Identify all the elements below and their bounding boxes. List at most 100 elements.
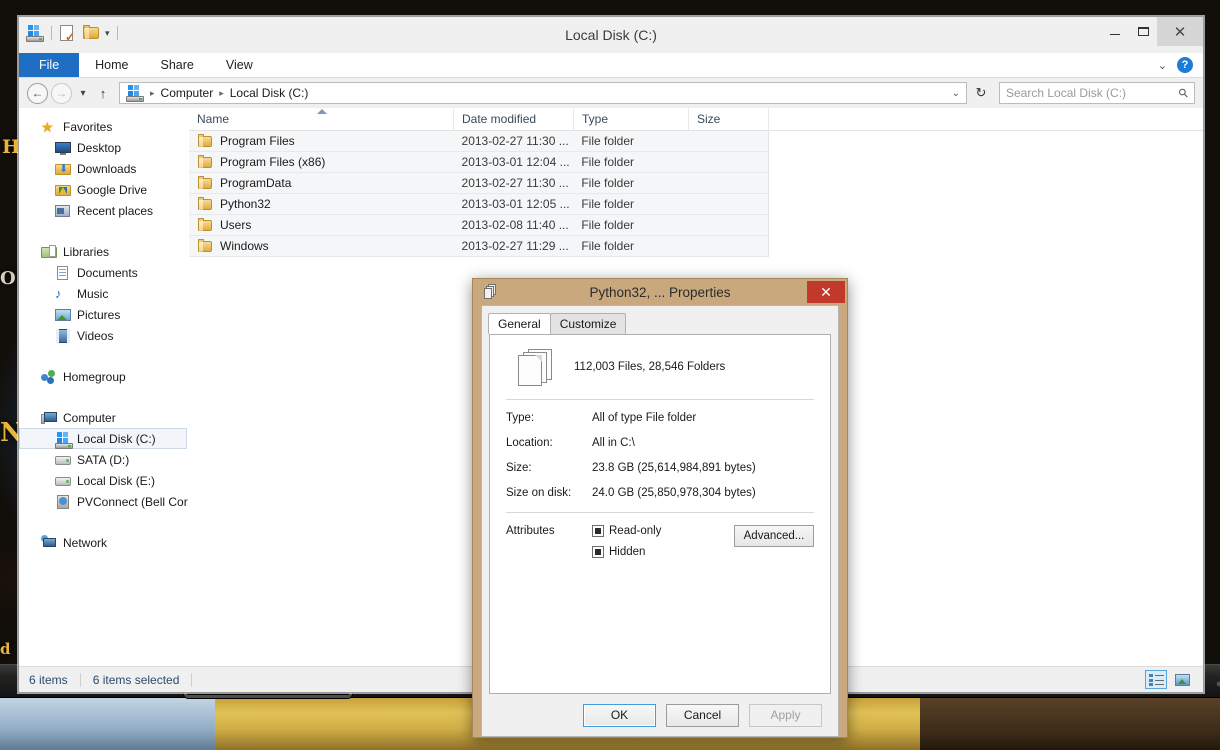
refresh-icon[interactable]: ↻ [970, 85, 992, 101]
maximize-icon [1138, 27, 1149, 36]
close-button[interactable]: ✕ [1157, 17, 1203, 46]
sidebar-item-favorites[interactable]: ★ Favorites [19, 116, 189, 137]
sidebar-item-sata-d[interactable]: SATA (D:) [19, 449, 189, 470]
pictures-icon [55, 307, 71, 323]
table-row[interactable]: ProgramData 2013-02-27 11:30 ... File fo… [189, 173, 768, 194]
computer-icon [41, 410, 57, 426]
table-row[interactable]: Python32 2013-03-01 12:05 ... File folde… [189, 194, 768, 215]
column-header-date-modified[interactable]: Date modified [454, 108, 574, 131]
computer-icon[interactable] [26, 24, 44, 42]
breadcrumb-item-computer[interactable]: Computer [161, 86, 214, 100]
readonly-checkbox-row[interactable]: Read-only [592, 525, 661, 537]
sidebar-item-libraries[interactable]: Libraries [19, 241, 189, 262]
window-controls[interactable]: ✕ [1101, 17, 1203, 46]
file-name: Program Files [220, 134, 295, 148]
breadcrumb[interactable]: ▸ Computer ▸ Local Disk (C:) ⌄ [119, 82, 967, 104]
files-folders-summary: 112,003 Files, 28,546 Folders [574, 361, 725, 373]
sidebar-item-google-drive[interactable]: Google Drive [19, 179, 189, 200]
dialog-summary-row: 112,003 Files, 28,546 Folders [506, 349, 814, 399]
ok-button[interactable]: OK [583, 704, 656, 727]
expand-ribbon-icon[interactable]: ⌄ [1158, 59, 1167, 72]
file-name: Python32 [220, 197, 271, 211]
sidebar-item-pvconnect[interactable]: PVConnect (Bell Cor [19, 491, 189, 512]
cell-date-modified: 2013-02-27 11:30 ... [454, 134, 574, 148]
hidden-checkbox[interactable] [592, 546, 604, 558]
tab-file[interactable]: File [19, 53, 79, 77]
cell-type: File folder [573, 239, 688, 253]
table-row[interactable]: Windows 2013-02-27 11:29 ... File folder [189, 236, 768, 257]
address-dropdown-icon[interactable]: ⌄ [952, 88, 960, 99]
attributes-block: Attributes Read-only Hidden Advanced... [506, 525, 814, 558]
column-label: Date modified [462, 112, 536, 126]
up-button[interactable]: ↑ [94, 86, 112, 101]
videos-icon [55, 328, 71, 344]
dialog-title-bar[interactable]: Python32, ... Properties ✕ [473, 279, 847, 305]
search-input[interactable]: Search Local Disk (C:) ⚲ [999, 82, 1195, 104]
forward-button[interactable]: → [51, 83, 72, 104]
hidden-label: Hidden [609, 546, 645, 558]
tab-view[interactable]: View [210, 53, 269, 77]
tab-share[interactable]: Share [145, 53, 210, 77]
back-button[interactable]: ← [27, 83, 48, 104]
cell-type: File folder [573, 155, 688, 169]
quick-access-toolbar[interactable]: ✓ ▾ [19, 17, 120, 43]
readonly-checkbox[interactable] [592, 525, 604, 537]
tab-general[interactable]: General [488, 313, 551, 334]
info-value: All of type File folder [592, 412, 696, 424]
dialog-close-button[interactable]: ✕ [807, 281, 845, 303]
sidebar-item-pictures[interactable]: Pictures [19, 304, 189, 325]
maximize-button[interactable] [1129, 17, 1157, 46]
sidebar-item-label: Recent places [77, 204, 153, 218]
breadcrumb-separator-0[interactable]: ▸ [150, 88, 155, 99]
sidebar-item-local-disk-c[interactable]: Local Disk (C:) [19, 428, 187, 449]
details-view-icon [1149, 674, 1164, 686]
qat-divider-2 [117, 26, 118, 40]
details-view-button[interactable] [1145, 670, 1167, 689]
breadcrumb-item-local-disk-c[interactable]: Local Disk (C:) [230, 86, 309, 100]
ribbon-tab-strip: File Home Share View ⌄ ? [19, 53, 1203, 78]
large-icons-view-button[interactable] [1171, 670, 1193, 689]
sidebar-item-homegroup[interactable]: Homegroup [19, 366, 189, 387]
breadcrumb-computer-icon[interactable] [126, 84, 144, 102]
recent-locations-icon[interactable]: ▾ [75, 88, 91, 99]
properties-icon[interactable]: ✓ [59, 24, 77, 42]
sidebar-item-documents[interactable]: Documents [19, 262, 189, 283]
media-server-icon [55, 494, 71, 510]
sidebar-item-label: Homegroup [63, 370, 126, 384]
sidebar-item-local-disk-e[interactable]: Local Disk (E:) [19, 470, 189, 491]
sidebar-item-desktop[interactable]: Desktop [19, 137, 189, 158]
sidebar-item-label: Network [63, 536, 107, 550]
tab-home[interactable]: Home [79, 53, 144, 77]
tab-customize[interactable]: Customize [550, 313, 627, 334]
chevron-down-icon[interactable]: ▾ [105, 24, 110, 42]
sidebar-item-network[interactable]: Network [19, 532, 189, 553]
sidebar-gap-1 [19, 221, 189, 241]
column-header-size[interactable]: Size [689, 108, 769, 131]
sidebar-item-downloads[interactable]: ⬇ Downloads [19, 158, 189, 179]
minimize-icon [1110, 34, 1120, 35]
sidebar-item-videos[interactable]: Videos [19, 325, 189, 346]
sidebar-item-computer[interactable]: Computer [19, 407, 189, 428]
breadcrumb-separator-1[interactable]: ▸ [219, 88, 224, 99]
sidebar-item-music[interactable]: ♪ Music [19, 283, 189, 304]
table-row[interactable]: Users 2013-02-08 11:40 ... File folder [189, 215, 768, 236]
minimize-button[interactable] [1101, 17, 1129, 46]
sidebar-item-label: Downloads [77, 162, 136, 176]
table-row[interactable]: Program Files (x86) 2013-03-01 12:04 ...… [189, 152, 768, 173]
column-header-name[interactable]: Name [189, 108, 454, 131]
file-name: Windows [220, 239, 269, 253]
sort-ascending-icon [317, 109, 327, 114]
hidden-checkbox-row[interactable]: Hidden [592, 546, 661, 558]
table-row[interactable]: Program Files 2013-02-27 11:30 ... File … [189, 131, 768, 152]
cell-date-modified: 2013-02-27 11:29 ... [454, 239, 574, 253]
column-header-type[interactable]: Type [574, 108, 689, 131]
new-folder-icon[interactable] [82, 24, 100, 42]
cell-date-modified: 2013-03-01 12:04 ... [454, 155, 574, 169]
column-label: Name [197, 112, 229, 126]
search-icon[interactable]: ⚲ [1176, 85, 1192, 101]
window-title-bar[interactable]: ✓ ▾ Local Disk (C:) ✕ [19, 17, 1203, 53]
sidebar-item-recent-places[interactable]: Recent places [19, 200, 189, 221]
advanced-button[interactable]: Advanced... [734, 525, 814, 547]
cancel-button[interactable]: Cancel [666, 704, 739, 727]
help-icon[interactable]: ? [1177, 57, 1193, 73]
